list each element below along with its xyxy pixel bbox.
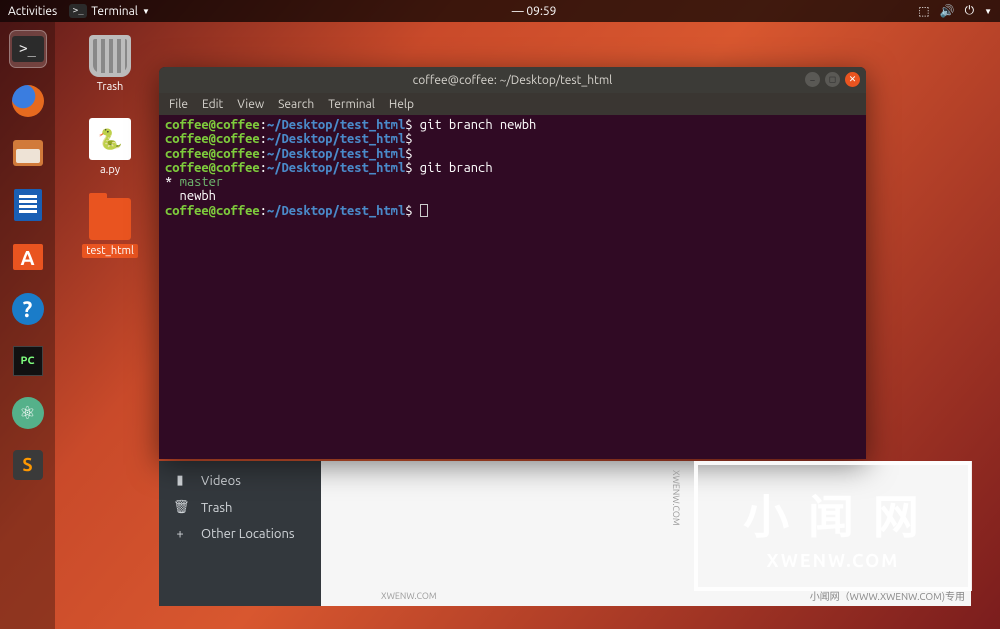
desktop-file-apy[interactable]: a.py xyxy=(78,118,142,176)
sidebar-item-videos[interactable]: ▮ Videos xyxy=(159,467,321,494)
dock-pycharm[interactable]: PC xyxy=(9,342,47,380)
dock-libreoffice[interactable] xyxy=(9,186,47,224)
files-icon xyxy=(13,140,43,166)
window-title: coffee@coffee: ~/Desktop/test_html xyxy=(413,74,613,87)
dock: >_ A ? PC ⚛ S xyxy=(0,22,55,629)
power-icon[interactable]: ⏻ xyxy=(965,4,975,18)
pycharm-icon: PC xyxy=(13,346,43,376)
activities-button[interactable]: Activities xyxy=(8,5,57,18)
dock-help[interactable]: ? xyxy=(9,290,47,328)
close-button[interactable]: ✕ xyxy=(845,72,860,87)
terminal-icon: >_ xyxy=(69,4,87,18)
video-icon: ▮ xyxy=(173,473,187,488)
desktop-trash[interactable]: Trash xyxy=(78,35,142,93)
menu-help[interactable]: Help xyxy=(389,98,414,111)
terminal-cursor xyxy=(420,204,428,217)
sublime-icon: S xyxy=(13,450,43,480)
window-titlebar[interactable]: coffee@coffee: ~/Desktop/test_html – ◻ ✕ xyxy=(159,67,866,93)
terminal-body[interactable]: coffee@coffee:~/Desktop/test_html$ git b… xyxy=(159,115,866,221)
dock-atom[interactable]: ⚛ xyxy=(9,394,47,432)
watermark-side: XWENW.COM xyxy=(671,470,681,526)
watermark-bottom: XWENW.COM xyxy=(381,591,437,601)
plus-icon: + xyxy=(173,527,187,541)
menu-search[interactable]: Search xyxy=(278,98,314,111)
terminal-window: coffee@coffee: ~/Desktop/test_html – ◻ ✕… xyxy=(159,67,866,459)
menu-edit[interactable]: Edit xyxy=(202,98,223,111)
trash-icon xyxy=(89,35,131,77)
software-icon: A xyxy=(13,244,43,270)
chevron-down-icon: ▼ xyxy=(142,7,150,16)
chevron-down-icon[interactable]: ▼ xyxy=(984,7,992,16)
firefox-icon xyxy=(12,85,44,117)
watermark: 小 闻 网 XWENW.COM xyxy=(694,461,972,591)
app-menu[interactable]: >_ Terminal ▼ xyxy=(69,4,150,18)
top-bar: Activities >_ Terminal ▼ — 09:59 ⬚ 🔊 ⏻ ▼ xyxy=(0,0,1000,22)
terminal-menu-bar: File Edit View Search Terminal Help xyxy=(159,93,866,115)
sidebar-item-trash[interactable]: 🗑 Trash xyxy=(159,494,321,521)
help-icon: ? xyxy=(12,293,44,325)
menu-view[interactable]: View xyxy=(237,98,264,111)
dock-sublime[interactable]: S xyxy=(9,446,47,484)
terminal-icon: >_ xyxy=(12,36,44,62)
network-icon[interactable]: ⬚ xyxy=(918,4,929,18)
dock-files[interactable] xyxy=(9,134,47,172)
python-file-icon xyxy=(89,118,131,160)
menu-terminal[interactable]: Terminal xyxy=(328,98,375,111)
folder-icon xyxy=(89,198,131,240)
maximize-button[interactable]: ◻ xyxy=(825,72,840,87)
menu-file[interactable]: File xyxy=(169,98,188,111)
dock-terminal[interactable]: >_ xyxy=(9,30,47,68)
volume-icon[interactable]: 🔊 xyxy=(940,4,955,18)
trash-icon: 🗑 xyxy=(173,500,187,515)
dock-firefox[interactable] xyxy=(9,82,47,120)
document-icon xyxy=(14,189,42,221)
app-name-label: Terminal xyxy=(91,5,138,18)
dock-software[interactable]: A xyxy=(9,238,47,276)
clock[interactable]: — 09:59 xyxy=(512,5,557,18)
atom-icon: ⚛ xyxy=(12,397,44,429)
sidebar-item-other-locations[interactable]: + Other Locations xyxy=(159,521,321,547)
minimize-button[interactable]: – xyxy=(805,72,820,87)
files-sidebar: ▮ Videos 🗑 Trash + Other Locations xyxy=(159,461,321,606)
desktop-folder-test-html[interactable]: test_html xyxy=(78,198,142,258)
